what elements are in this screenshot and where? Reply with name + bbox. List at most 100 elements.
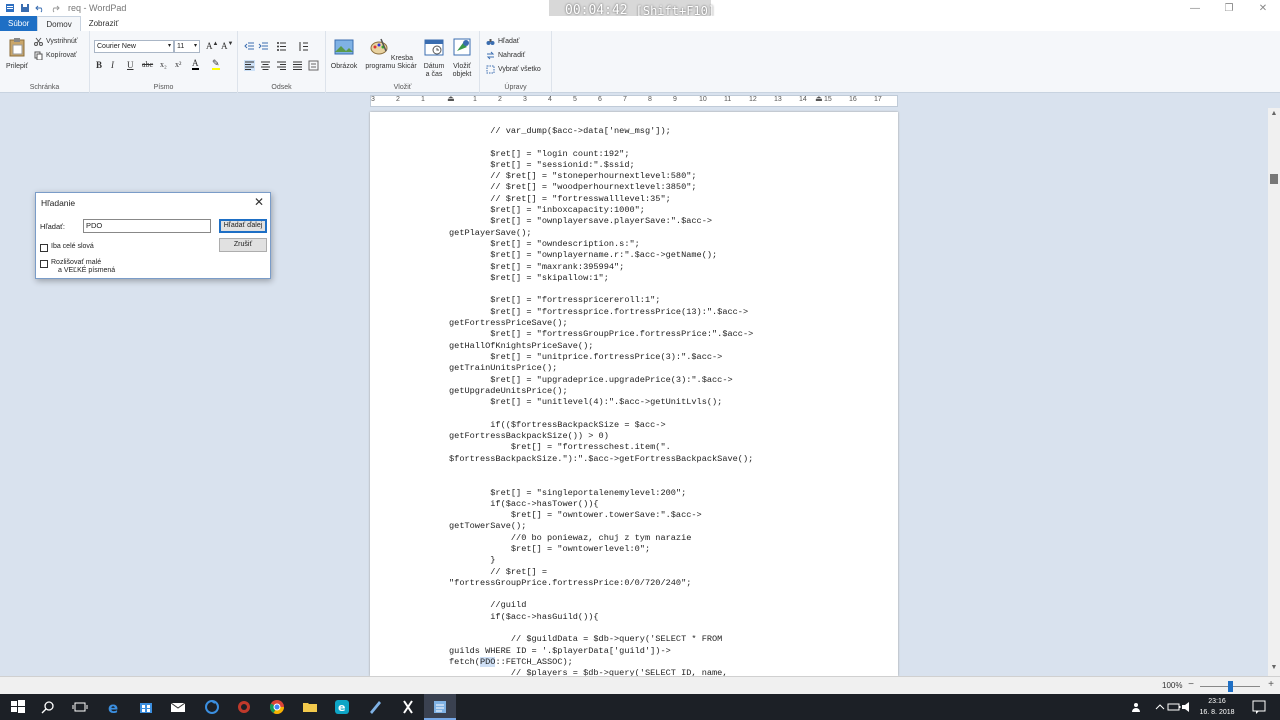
clipboard-icon [9,38,25,57]
chrome-icon[interactable] [269,699,285,715]
bold-icon[interactable]: B [96,60,102,70]
datetime-label-2: a čas [425,71,443,78]
zoom-in-icon[interactable]: + [1266,680,1276,690]
whole-word-checkbox[interactable]: Iba celé slová [40,243,94,252]
find-button[interactable]: Hľadať [486,37,519,46]
find-next-button[interactable]: Hľadať ďalej [219,219,267,233]
select-all-button[interactable]: Vybrať všetko [486,65,541,74]
notepad-app-icon[interactable] [400,699,416,715]
find-what-input[interactable]: PDO [83,219,211,233]
tab-file[interactable]: Súbor [0,16,38,31]
close-button[interactable]: ✕ [1246,0,1280,16]
font-size-select[interactable]: 11 ▾ [174,40,200,53]
zoom-slider-thumb[interactable] [1228,681,1233,692]
document-page[interactable]: // var_dump($acc->data['new_msg']); $ret… [370,112,898,676]
edge-icon[interactable]: e [106,699,122,715]
cut-button[interactable]: Vystrihnúť [34,37,78,46]
maximize-button[interactable]: ❐ [1212,0,1246,16]
scroll-down-icon[interactable]: ▼ [1268,664,1280,674]
dialog-title: Hľadanie [41,198,76,208]
vertical-scrollbar[interactable]: ▲ ▼ [1268,108,1280,676]
zoom-out-icon[interactable]: − [1186,680,1196,690]
line-spacing-icon[interactable] [298,41,309,52]
font-family-select[interactable]: Courier New ▾ [94,40,174,53]
scroll-up-icon[interactable]: ▲ [1268,110,1280,120]
paste-button[interactable]: Prilepiť [3,37,31,71]
code-line: //guild [449,600,527,611]
italic-icon[interactable]: I [111,60,114,70]
ruler-number: 13 [774,96,782,103]
replace-label: Nahradiť [498,52,526,59]
bullet-list-icon[interactable] [276,41,287,52]
tab-view[interactable]: Zobraziť [81,16,127,31]
close-icon[interactable]: ✕ [254,195,264,209]
redo-icon[interactable] [50,3,60,13]
checkbox-box[interactable] [40,260,48,268]
match-case-checkbox[interactable]: Rozlišovať malé a VEĽKÉ písmená [40,259,115,275]
paragraph-settings-icon[interactable] [308,60,319,71]
shrink-font-icon[interactable]: A▼ [221,41,233,51]
minimize-button[interactable]: — [1178,0,1212,16]
font-group-label: Písmo [153,84,174,91]
red-app-icon[interactable] [236,699,252,715]
code-line: $ret[] = "sessionid:".$ssid; [449,159,635,170]
cancel-button[interactable]: Zrušiť [219,238,267,252]
checkbox-box[interactable] [40,244,48,252]
task-view-icon[interactable] [72,699,88,715]
align-left-icon[interactable] [244,60,255,71]
scrollbar-thumb[interactable] [1270,174,1278,184]
windows-start-icon[interactable] [10,699,26,715]
calendar-icon [424,39,444,56]
document-text[interactable]: // var_dump($acc->data['new_msg']); $ret… [449,126,878,676]
notification-icon[interactable] [1251,699,1267,715]
ruler-number: 7 [623,96,627,103]
copy-label: Kopírovať [46,52,77,59]
taskbar-clock[interactable]: 23:16 16. 8. 2018 [1192,696,1242,718]
copy-button[interactable]: Kopírovať [34,51,77,60]
wordpad-taskbar-button[interactable] [424,694,456,720]
binoculars-icon [486,39,495,45]
editing-group-label: Úpravy [504,84,527,91]
align-center-icon[interactable] [260,60,271,71]
store-icon[interactable] [138,699,154,715]
insert-datetime-button[interactable]: Dátum a čas [420,37,448,79]
font-color-icon[interactable]: A [192,59,199,70]
search-icon[interactable] [40,699,56,715]
grow-font-icon[interactable]: A▲ [206,41,218,51]
people-icon[interactable] [1130,699,1146,715]
code-line: getTowerSave(); [449,521,527,532]
code-line: $ret[] = "owntowerlevel:0"; [449,543,651,554]
find-dialog: Hľadanie ✕ Hľadať: PDO Hľadať ďalej Zruš… [35,192,271,279]
increase-indent-icon[interactable] [258,41,269,52]
insert-picture-button[interactable]: Obrázok [329,37,359,71]
pen-app-icon[interactable] [367,699,383,715]
left-indent-marker-icon[interactable]: ⏏ [447,94,455,103]
code-line: $ret[] = "singleportalenemylevel:200"; [449,487,687,498]
replace-button[interactable]: Nahradiť [486,51,525,60]
decrease-indent-icon[interactable] [244,41,255,52]
svg-text:e: e [108,699,118,715]
file-explorer-icon[interactable] [302,699,318,715]
chevron-down-icon: ▾ [167,43,171,49]
insert-object-button[interactable]: Vložiť objekt [448,37,476,79]
code-line: $ret[] = "ownplayername.r:".$acc->getNam… [449,250,718,261]
ruler-number: 2 [498,96,502,103]
save-icon[interactable] [20,3,30,13]
undo-icon[interactable] [35,3,45,13]
underline-icon[interactable]: U [127,60,134,70]
strikethrough-icon[interactable]: abc [142,60,153,69]
code-line: getFortressPriceSave(); [449,318,568,329]
tab-home[interactable]: Domov [37,16,81,31]
ruler[interactable]: 3 2 1 1 2 3 4 5 6 7 8 9 10 11 12 13 14 1… [370,94,898,107]
highlight-icon[interactable]: ✎ [212,59,220,70]
mail-icon[interactable] [170,699,186,715]
sync-app-icon[interactable] [204,699,220,715]
justify-icon[interactable] [292,60,303,71]
right-indent-marker-icon[interactable]: ⏏ [815,94,823,103]
insert-paint-drawing-button[interactable]: Kresba programu Skicár [360,37,422,71]
superscript-icon[interactable]: x² [175,60,181,69]
subscript-icon[interactable]: x₂ [160,60,167,69]
align-right-icon[interactable] [276,60,287,71]
edge-blue-icon[interactable]: e [334,699,350,715]
